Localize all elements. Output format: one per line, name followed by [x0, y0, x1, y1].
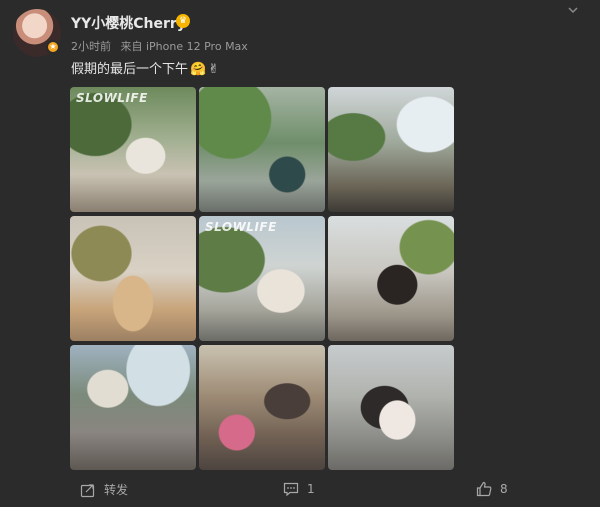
username[interactable]: YY小樱桃Cherry: [71, 13, 186, 33]
photo-thumbnail[interactable]: [328, 345, 454, 470]
crown-icon[interactable]: ♛: [176, 14, 190, 28]
post-actions: 转发 1 8: [0, 474, 600, 504]
photo-thumbnail[interactable]: [199, 87, 325, 212]
comment-button[interactable]: 1: [283, 481, 315, 497]
photo-overlay-text: SLOWLIFE: [205, 220, 277, 234]
photo-grid: SLOWLIFE SLOWLIFE: [70, 87, 454, 470]
share-icon: [80, 482, 96, 498]
share-button[interactable]: 转发: [80, 481, 128, 498]
verified-icon: ★: [46, 40, 60, 54]
photo-thumbnail[interactable]: [70, 216, 196, 341]
thumbs-up-icon: [476, 481, 492, 497]
post-source: 来自 iPhone 12 Pro Max: [120, 40, 248, 53]
photo-thumbnail[interactable]: [328, 216, 454, 341]
photo-thumbnail[interactable]: SLOWLIFE: [199, 216, 325, 341]
share-label: 转发: [104, 483, 129, 497]
comment-count: 1: [307, 482, 315, 496]
like-count: 8: [500, 482, 508, 496]
comment-icon: [283, 481, 299, 497]
post-time[interactable]: 2小时前: [71, 40, 111, 53]
photo-thumbnail[interactable]: SLOWLIFE: [70, 87, 196, 212]
chevron-down-icon[interactable]: [566, 4, 580, 18]
like-button[interactable]: 8: [476, 481, 508, 497]
photo-overlay-text: SLOWLIFE: [76, 91, 148, 105]
photo-thumbnail[interactable]: [328, 87, 454, 212]
hug-emoji-icon: 🤗: [190, 62, 207, 77]
post-meta: 2小时前 来自 iPhone 12 Pro Max: [71, 38, 254, 54]
weibo-post: ★ YY小樱桃Cherry ♛ 2小时前 来自 iPhone 12 Pro Ma…: [0, 0, 600, 507]
post-text-content: 假期的最后一个下午: [71, 62, 189, 77]
post-text: 假期的最后一个下午 🤗 ✌: [71, 58, 219, 77]
photo-thumbnail[interactable]: [199, 345, 325, 470]
victory-hand-emoji-icon: ✌: [208, 62, 220, 77]
photo-thumbnail[interactable]: [70, 345, 196, 470]
